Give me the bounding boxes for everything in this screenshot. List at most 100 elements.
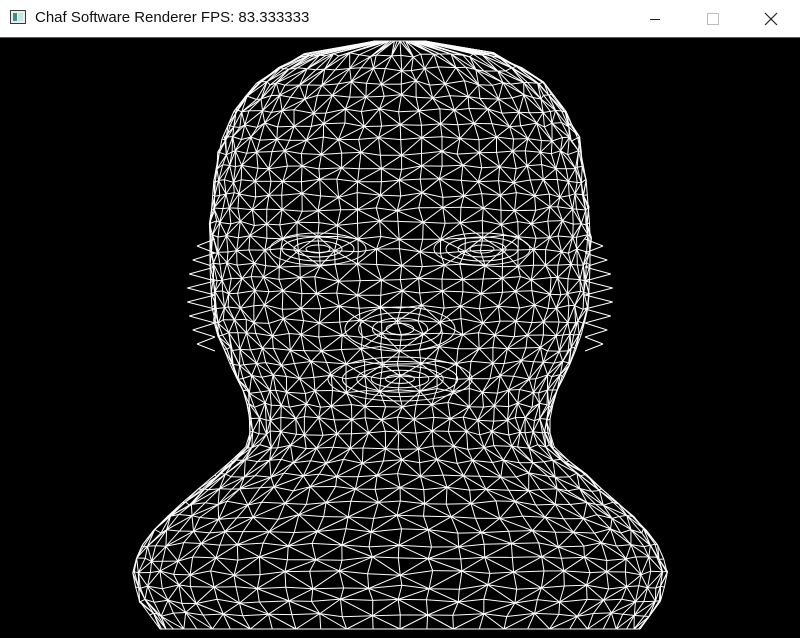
mesh-edge [503,616,508,630]
mesh-edge [304,393,307,404]
mesh-edge [539,402,548,406]
mesh-edge [233,307,241,321]
mesh-edge [232,136,236,151]
mesh-edge [286,391,307,405]
mesh-edge [460,165,464,181]
mesh-edge [466,419,479,432]
mesh-edge [579,264,584,280]
mesh-edge [524,432,530,449]
mesh-edge [499,517,533,532]
minimize-icon [650,18,660,20]
mesh-edge [416,96,433,99]
mesh-edge [372,615,401,630]
mesh-edge [248,375,253,394]
maximize-button[interactable] [684,0,742,37]
window-icon[interactable] [10,10,26,24]
mesh-edge [481,392,484,408]
render-viewport[interactable] [0,39,800,638]
mesh-edge [223,165,231,180]
mesh-edge [357,294,381,308]
mesh-edge [331,404,352,407]
mesh-edge [500,194,515,211]
mesh-edge [191,502,206,517]
mesh-edge [554,488,558,505]
close-button[interactable] [742,0,800,37]
mesh-edge [445,487,448,505]
mesh-edge [511,542,539,544]
mesh-edge [582,292,585,310]
mesh-edge [319,179,322,196]
mesh-edge [555,335,560,352]
mesh-edge [477,419,493,432]
mesh-edge [318,154,322,169]
mesh-edge [418,278,421,294]
mesh-edge [626,586,636,602]
mesh-edge [531,392,534,408]
mesh-edge [589,222,591,238]
mesh-edge [225,182,234,195]
mesh-edge [396,500,401,516]
title-bar[interactable]: Chaf Software Renderer FPS: 83.333333 [0,0,800,38]
mesh-edge [441,290,461,307]
mesh-edge [549,206,563,221]
mesh-edge [251,363,258,376]
mesh-edge [256,588,260,603]
mesh-edge [269,405,272,421]
mesh-edge [360,137,379,153]
mesh-edge [297,67,308,70]
mesh-edge [398,221,424,240]
mesh-edge [481,293,499,307]
mesh-edge [376,54,392,57]
mesh-edge [299,277,303,294]
mesh-edge [294,531,318,533]
mesh-edge [270,430,281,433]
mesh-edge [492,82,504,86]
mesh-edge [545,265,552,278]
mesh-edge [419,391,433,405]
mesh-edge [489,571,514,574]
mesh-edge [280,431,291,446]
mesh-edge [222,332,229,336]
mesh-edge [584,556,607,573]
mesh-edge [514,602,535,614]
mesh-edge [551,140,561,152]
mesh-edge [534,613,550,630]
mesh-edge [217,235,227,238]
mesh-edge [357,263,377,265]
mesh-edge [401,154,422,167]
mesh-edge [398,528,403,546]
mesh-edge [528,472,541,490]
mesh-edge [284,502,307,505]
mesh-edge [283,472,304,477]
minimize-button[interactable] [626,0,684,37]
mesh-edge [372,68,382,85]
mesh-edge [269,531,295,533]
mesh-edge [337,68,351,85]
mesh-edge [269,374,274,391]
mesh-edge [401,265,419,279]
ear-edge [584,343,604,352]
mesh-edge [526,334,541,348]
mesh-edge [401,153,422,156]
mesh-edge [469,488,487,491]
mesh-edge [547,220,563,222]
mesh-edge [498,180,514,184]
ear-edge [189,273,216,282]
mesh-edge [482,265,486,280]
mesh-edge [518,249,534,251]
mesh-edge [624,571,628,587]
mesh-edge [378,487,401,503]
mesh-edge [643,544,651,548]
mesh-edge [317,222,320,237]
mesh-edge [349,81,352,98]
mesh-edge [300,293,303,309]
ear-edge [584,301,613,310]
mesh-edge [357,220,381,240]
mesh-edge [261,374,274,378]
mesh-edge [577,165,583,168]
mesh-edge [527,164,542,167]
mesh-edge [236,249,249,252]
mesh-edge [282,181,303,194]
mesh-edge [499,166,515,184]
mesh-edge [288,406,297,419]
